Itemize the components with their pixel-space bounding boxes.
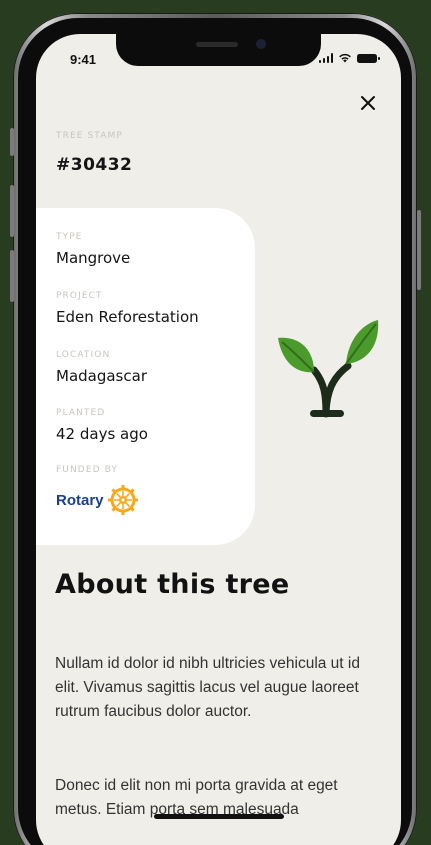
location-field: LOCATION Madagascar <box>56 350 147 385</box>
type-field: TYPE Mangrove <box>56 232 130 267</box>
planted-value: 42 days ago <box>56 425 148 443</box>
status-icons <box>318 53 380 63</box>
planted-field: PLANTED 42 days ago <box>56 408 148 443</box>
funder-name: Rotary <box>56 491 104 509</box>
funded-label: FUNDED BY <box>56 465 118 475</box>
funder-logo[interactable]: Rotary <box>56 484 139 516</box>
signal-icon <box>318 53 333 63</box>
rotary-wheel-icon <box>107 485 138 515</box>
home-indicator[interactable] <box>154 814 284 819</box>
stage: 9:41 TREE STAMP #30432 TYPE Mangrove PRO… <box>0 0 431 845</box>
battery-icon <box>357 54 380 63</box>
sprout-icon <box>278 320 379 418</box>
about-paragraph-1: Nullam id dolor id nibh ultricies vehicu… <box>55 655 360 720</box>
type-label: TYPE <box>56 232 83 242</box>
front-camera <box>256 39 266 49</box>
tree-stamp-label: TREE STAMP <box>56 131 123 141</box>
close-icon[interactable] <box>357 92 379 114</box>
type-value: Mangrove <box>56 249 131 267</box>
side-button-volume-down <box>10 250 14 302</box>
wifi-icon <box>339 53 351 63</box>
location-label: LOCATION <box>56 350 111 360</box>
project-field: PROJECT Eden Reforestation <box>56 291 199 326</box>
details-card: TYPE Mangrove PROJECT Eden Reforestation… <box>36 208 255 545</box>
project-label: PROJECT <box>56 291 103 301</box>
side-button-volume-up <box>10 185 14 237</box>
about-title: About this tree <box>55 569 290 600</box>
speaker-grille <box>196 42 238 47</box>
notch <box>116 34 321 66</box>
side-button-mute <box>10 128 14 156</box>
planted-label: PLANTED <box>56 408 106 418</box>
side-button-power <box>417 210 421 290</box>
screen: 9:41 TREE STAMP #30432 TYPE Mangrove PRO… <box>36 34 401 845</box>
tree-stamp-value: #30432 <box>56 155 133 175</box>
location-value: Madagascar <box>56 367 147 385</box>
status-time: 9:41 <box>70 52 97 67</box>
project-value: Eden Reforestation <box>56 308 199 326</box>
funded-field: FUNDED BY Rotary <box>56 465 139 516</box>
